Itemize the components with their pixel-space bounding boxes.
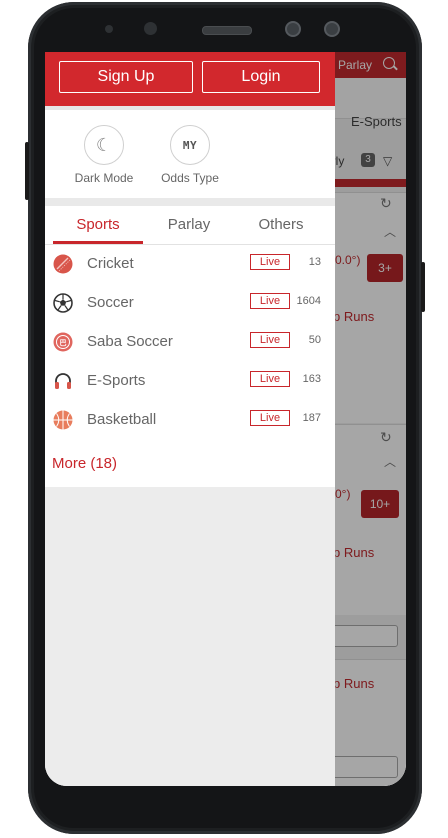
sport-row-soccer[interactable]: Soccer Live 1604	[45, 284, 335, 323]
basketball-icon	[53, 410, 73, 430]
dark-mode-label: Dark Mode	[74, 171, 134, 185]
side-drawer: Sign Up Login ☾ Dark Mode MY Odds Type S…	[45, 52, 335, 786]
sport-row-basketball[interactable]: Basketball Live 187	[45, 401, 335, 440]
volume-button	[25, 142, 29, 200]
more-sports-link[interactable]: More (18)	[52, 455, 117, 472]
sport-row-e-sports[interactable]: E-Sports Live 163	[45, 362, 335, 401]
live-badge: Live	[250, 371, 290, 387]
earpiece-speaker	[202, 26, 252, 35]
live-badge: Live	[250, 293, 290, 309]
live-badge: Live	[250, 410, 290, 426]
svg-text:巴: 巴	[60, 339, 67, 347]
event-count: 13	[308, 256, 321, 268]
live-badge: Live	[250, 332, 290, 348]
power-button	[421, 262, 425, 312]
settings-section: ☾ Dark Mode MY Odds Type	[45, 110, 335, 198]
camera-lens	[285, 21, 301, 37]
soccer-ball-icon	[53, 293, 73, 313]
sport-row-cricket[interactable]: Cricket Live 13	[45, 245, 335, 284]
sensor-dot	[105, 25, 113, 33]
login-button[interactable]: Login	[202, 61, 320, 93]
sports-list: Cricket Live 13 Soccer Live 1604 巴 Saba …	[45, 245, 335, 487]
odds-type-button[interactable]: MY Odds Type	[155, 125, 225, 185]
event-count: 1604	[296, 295, 321, 307]
drawer-tabs: Sports Parlay Others	[45, 206, 335, 245]
sport-row-saba-soccer[interactable]: 巴 Saba Soccer Live 50	[45, 323, 335, 362]
sport-name: E-Sports	[87, 372, 146, 389]
sport-name: Saba Soccer	[87, 333, 173, 350]
tab-parlay[interactable]: Parlay	[143, 206, 235, 244]
drawer-empty-area	[45, 487, 335, 786]
my-odds-icon: MY	[182, 138, 198, 152]
dark-mode-circle[interactable]: ☾	[84, 125, 124, 165]
odds-type-label: Odds Type	[161, 171, 219, 185]
sport-name: Cricket	[87, 255, 134, 272]
headset-icon	[55, 373, 71, 389]
event-count: 163	[302, 373, 321, 385]
dark-mode-toggle[interactable]: ☾ Dark Mode	[69, 125, 139, 185]
sign-up-button[interactable]: Sign Up	[59, 61, 193, 93]
camera-lens	[324, 21, 340, 37]
odds-type-circle[interactable]: MY	[170, 125, 210, 165]
tab-sports[interactable]: Sports	[53, 206, 143, 244]
screen: Parlay E-Sports arly 3 ▽ ↻ ︿ 0.0°) 3+ p …	[45, 52, 406, 786]
tab-others[interactable]: Others	[235, 206, 327, 244]
event-count: 187	[302, 412, 321, 424]
live-badge: Live	[250, 254, 290, 270]
saba-soccer-icon: 巴	[53, 332, 73, 352]
event-count: 50	[308, 334, 321, 346]
drawer-header: Sign Up Login	[45, 52, 335, 106]
front-camera	[144, 22, 157, 35]
sport-name: Basketball	[87, 411, 157, 428]
active-tab-indicator	[53, 241, 143, 244]
section-gap	[45, 198, 335, 206]
sport-name: Soccer	[87, 294, 134, 311]
moon-icon: ☾	[95, 135, 113, 155]
cricket-ball-icon	[53, 254, 73, 274]
